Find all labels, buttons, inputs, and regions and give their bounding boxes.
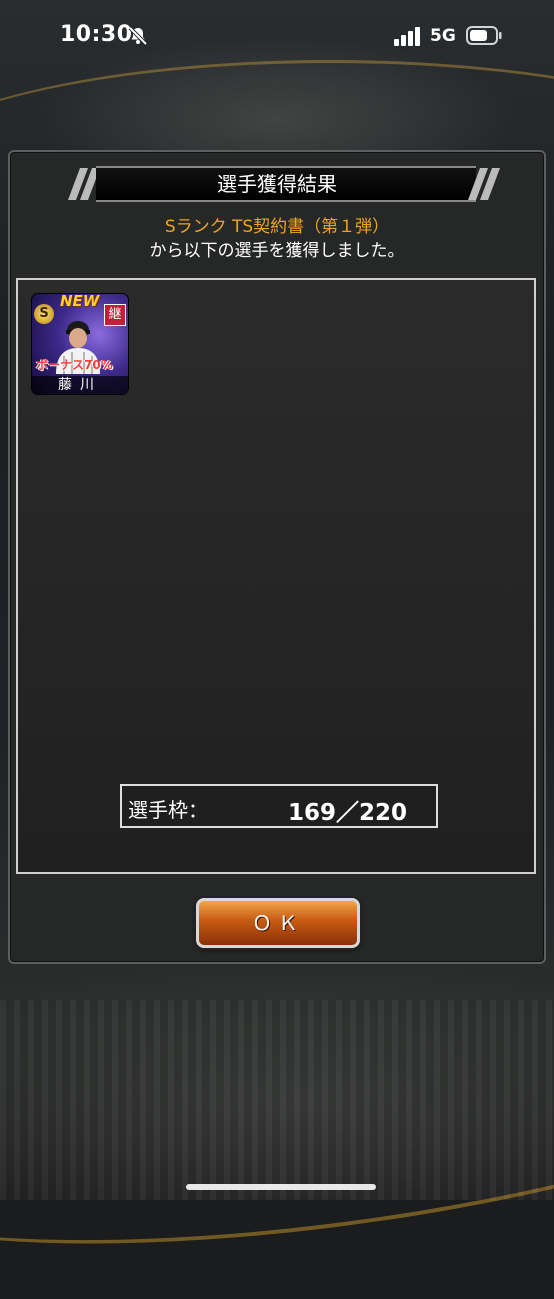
ok-button[interactable]: ＯＫ: [196, 898, 360, 948]
succession-badge: 継: [104, 304, 126, 326]
player-name: 藤川: [32, 376, 128, 394]
dialog-title-bar: 選手獲得結果: [10, 166, 544, 202]
bell-muted-icon: [128, 26, 148, 46]
network-type: 5G: [430, 26, 456, 46]
new-badge: NEW: [60, 294, 100, 310]
player-slots-label: 選手枠：: [128, 798, 208, 822]
acquisition-message: から以下の選手を獲得しました。: [149, 241, 405, 261]
bonus-label: ボーナス70%: [36, 358, 113, 372]
clock: 10:30: [60, 22, 133, 47]
cellular-signal-icon: [394, 27, 420, 46]
player-card[interactable]: S NEW 継 ボーナス70% 藤川: [32, 294, 128, 394]
rank-badge: S: [34, 304, 54, 324]
battery-icon: [466, 26, 502, 45]
status-bar: 10:30 5G: [0, 0, 554, 76]
player-slots-box: 選手枠： 169／220: [120, 784, 438, 828]
source-item-name: Sランク TS契約書（第１弾）: [164, 217, 390, 237]
player-slots-value: 169／220: [288, 800, 408, 826]
dialog-title: 選手獲得結果: [217, 172, 337, 196]
home-indicator[interactable]: [186, 1184, 376, 1190]
acquired-players-panel: S NEW 継 ボーナス70% 藤川 選手枠： 169／220: [16, 278, 536, 874]
acquisition-result-dialog: 選手獲得結果 Sランク TS契約書（第１弾） から以下の選手を獲得しました。 S…: [8, 150, 546, 964]
